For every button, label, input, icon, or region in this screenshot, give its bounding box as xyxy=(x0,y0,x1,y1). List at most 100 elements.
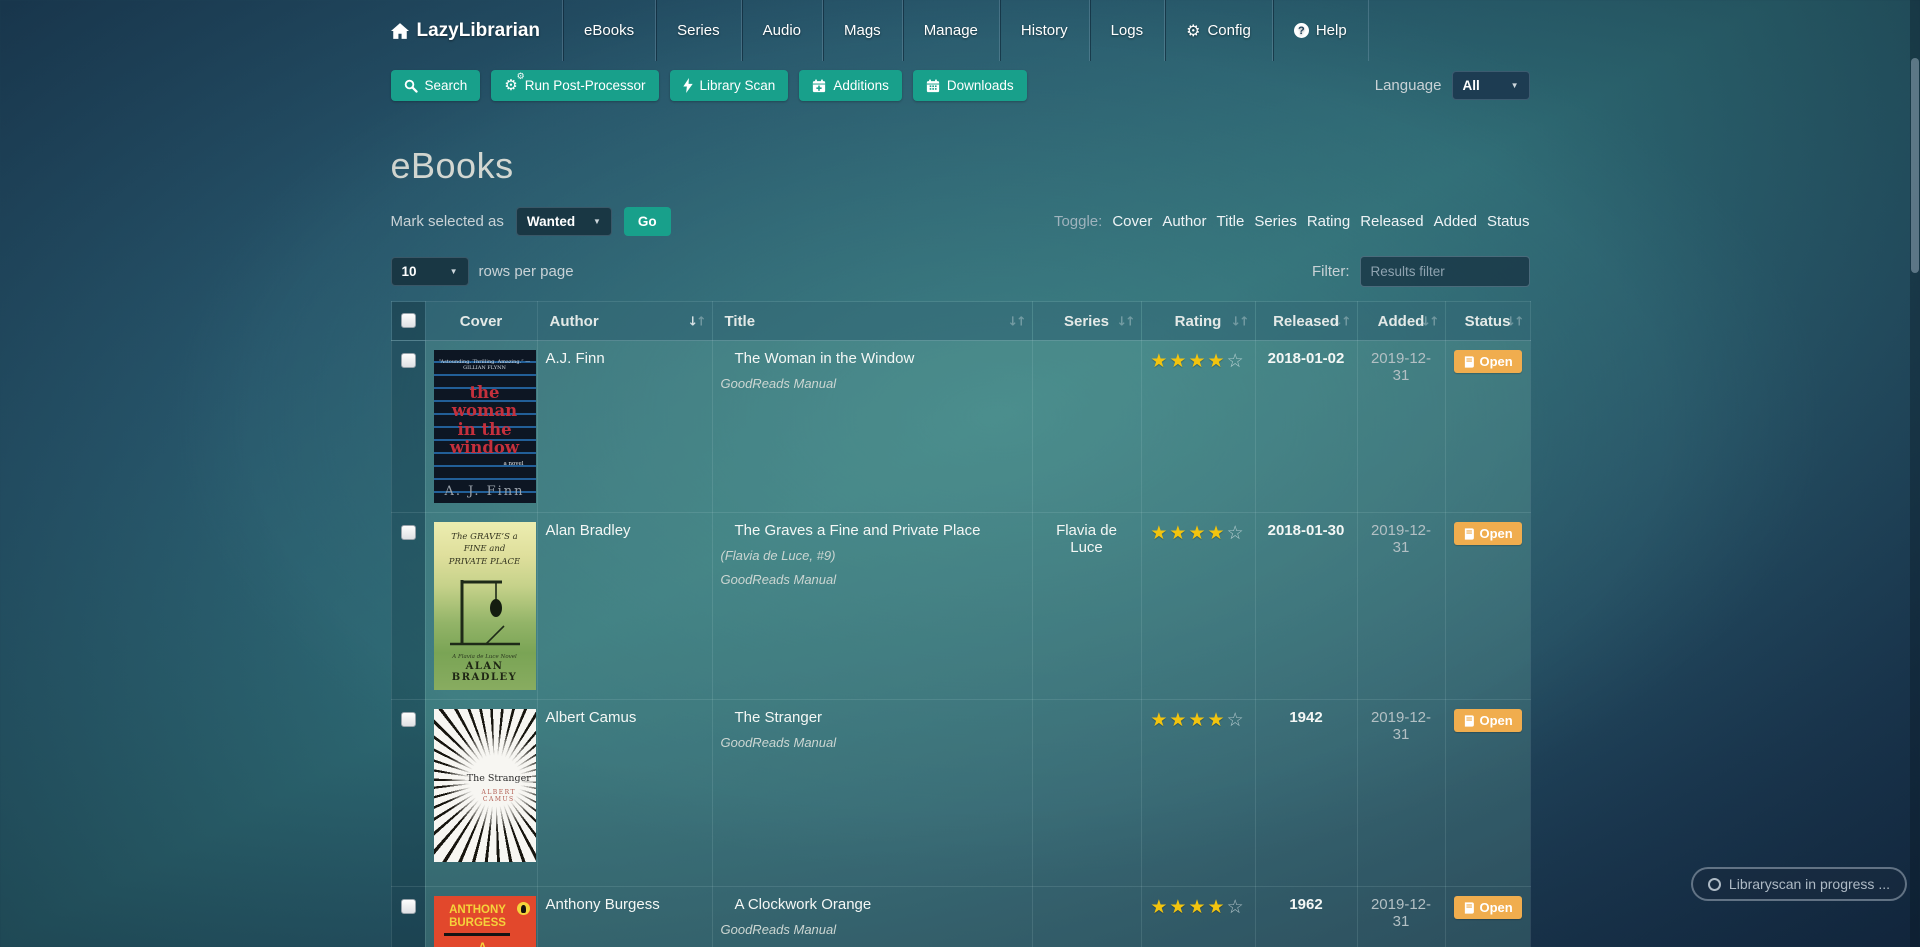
bolt-icon xyxy=(682,78,693,93)
column-header-added[interactable]: Added ↓↑ xyxy=(1356,301,1446,341)
nav-item-manage[interactable]: Manage xyxy=(901,0,999,61)
downloads-button[interactable]: Downloads xyxy=(912,70,1027,101)
nav-item-ebooks[interactable]: eBooks xyxy=(562,0,655,61)
brand-label: LazyLibrarian xyxy=(416,19,541,41)
author-link[interactable]: Albert Camus xyxy=(546,709,637,726)
navbar: LazyLibrarian eBooks Series Audio Mags M… xyxy=(0,0,1920,61)
nav-item-audio[interactable]: Audio xyxy=(740,0,822,61)
table-row: ANTHONY BURGESS A CLOCKWORK ORANGE Antho… xyxy=(390,886,1531,947)
star-icon: ★ xyxy=(1188,351,1208,372)
language-select[interactable]: All ▼ xyxy=(1451,71,1530,100)
toggle-link-released[interactable]: Released xyxy=(1360,213,1423,230)
source-label: GoodReads Manual xyxy=(720,572,837,587)
column-header-released[interactable]: Released ↓↑ xyxy=(1254,301,1358,341)
toggle-link-author[interactable]: Author xyxy=(1162,213,1206,230)
book-cover[interactable]: ANTHONY BURGESS A CLOCKWORK ORANGE xyxy=(433,896,536,947)
toggle-link-cover[interactable]: Cover xyxy=(1112,213,1152,230)
home-icon xyxy=(390,22,409,39)
navbar-brand[interactable]: LazyLibrarian xyxy=(390,0,563,61)
author-link[interactable]: Anthony Burgess xyxy=(546,896,660,913)
nav-item-series[interactable]: Series xyxy=(655,0,741,61)
column-header-status[interactable]: Status ↓↑ xyxy=(1444,301,1531,341)
title-link[interactable]: A Clockwork Orange xyxy=(721,896,872,913)
language-label: Language xyxy=(1374,77,1442,94)
released-date: 1962 xyxy=(1254,886,1358,947)
nav-item-config[interactable]: ⚙ Config xyxy=(1164,0,1272,61)
sort-icon: ↓↑ xyxy=(1332,313,1352,329)
chevron-down-icon: ▼ xyxy=(449,267,458,276)
search-icon xyxy=(404,79,418,93)
released-date: 2018-01-30 xyxy=(1254,512,1358,700)
toggle-link-series[interactable]: Series xyxy=(1254,213,1297,230)
main-content: eBooks Mark selected as Wanted ▼ Go Togg… xyxy=(390,145,1531,947)
additions-button[interactable]: Additions xyxy=(799,70,902,101)
mark-selected-select[interactable]: Wanted ▼ xyxy=(515,207,612,236)
library-scan-toast: Libraryscan in progress ... xyxy=(1690,867,1907,901)
column-header-rating[interactable]: Rating ↓↑ xyxy=(1140,301,1256,341)
toggle-link-rating[interactable]: Rating xyxy=(1307,213,1350,230)
added-date: 2019-12-31 xyxy=(1356,340,1446,513)
books-table: Cover Author ↓↑ Title ↓↑ Series ↓↑ Rating ↓↑… xyxy=(390,301,1531,947)
row-checkbox[interactable] xyxy=(400,712,416,727)
question-icon: ? xyxy=(1293,23,1309,38)
library-scan-button[interactable]: Library Scan xyxy=(669,70,789,101)
nav-item-mags[interactable]: Mags xyxy=(822,0,902,61)
run-post-processor-button[interactable]: ⚙ ⚙ Run Post-Processor xyxy=(491,70,659,101)
toggle-link-title[interactable]: Title xyxy=(1217,213,1245,230)
toggle-link-status[interactable]: Status xyxy=(1487,213,1530,230)
book-cover[interactable]: The GRAVE’S a FINE and PRIVATE PLACE A Fla… xyxy=(433,522,536,690)
star-icon: ★ xyxy=(1150,523,1170,544)
series-note: (Flavia de Luce, #9) xyxy=(720,548,836,563)
toggle-link-added[interactable]: Added xyxy=(1434,213,1477,230)
toggle-bar: Toggle: Cover Author Title Series Rating… xyxy=(1054,213,1530,230)
book-cover[interactable]: “Astounding. Thrilling. Amazing.” —GILLI… xyxy=(433,350,536,503)
star-icon: ★ xyxy=(1207,523,1227,544)
gear-icon: ⚙ xyxy=(1186,20,1201,40)
rating-stars: ★★★★☆ xyxy=(1150,350,1247,373)
source-label: GoodReads Manual xyxy=(720,376,837,391)
title-link[interactable]: The Stranger xyxy=(721,709,823,726)
filter-input[interactable] xyxy=(1359,256,1530,287)
gears-icon: ⚙ ⚙ xyxy=(504,72,525,94)
column-header-cover[interactable]: Cover xyxy=(424,301,538,341)
nav-item-history[interactable]: History xyxy=(998,0,1089,61)
open-button[interactable]: Open xyxy=(1453,709,1522,732)
rows-per-page-label: rows per page xyxy=(478,263,574,280)
mark-selected-label: Mark selected as xyxy=(390,213,504,230)
page-title: eBooks xyxy=(390,145,514,186)
table-header-row: Cover Author ↓↑ Title ↓↑ Series ↓↑ Rating ↓↑… xyxy=(390,301,1531,341)
title-link[interactable]: The Woman in the Window xyxy=(721,350,915,367)
search-button[interactable]: Search xyxy=(390,70,481,101)
column-header-series[interactable]: Series ↓↑ xyxy=(1031,301,1142,341)
select-all-checkbox[interactable] xyxy=(400,313,416,328)
scrollbar-track[interactable] xyxy=(1910,0,1920,947)
added-date: 2019-12-31 xyxy=(1356,512,1446,700)
author-link[interactable]: Alan Bradley xyxy=(546,522,631,539)
open-button[interactable]: Open xyxy=(1453,350,1522,373)
author-link[interactable]: A.J. Finn xyxy=(546,350,605,367)
column-header-author[interactable]: Author ↓↑ xyxy=(536,301,713,341)
column-header-title[interactable]: Title ↓↑ xyxy=(711,301,1033,341)
star-icon: ★ xyxy=(1169,351,1189,372)
book-cover[interactable]: The Stranger ALBERT CAMUS xyxy=(433,709,536,862)
nav-item-logs[interactable]: Logs xyxy=(1088,0,1165,61)
open-button[interactable]: Open xyxy=(1453,522,1522,545)
rating-stars: ★★★★☆ xyxy=(1150,896,1247,919)
cover-illustration xyxy=(449,579,520,646)
book-icon xyxy=(1463,527,1475,540)
row-checkbox[interactable] xyxy=(400,899,416,914)
row-checkbox[interactable] xyxy=(400,353,416,368)
nav-item-help[interactable]: ? Help xyxy=(1271,0,1369,61)
go-button[interactable]: Go xyxy=(623,207,671,236)
series-link[interactable]: Flavia de Luce xyxy=(1056,522,1117,556)
scrollbar-thumb[interactable] xyxy=(1911,58,1919,273)
star-icon: ★ xyxy=(1207,351,1227,372)
row-checkbox[interactable] xyxy=(400,525,416,540)
calendar-plus-icon xyxy=(812,79,826,93)
open-button[interactable]: Open xyxy=(1453,896,1522,919)
title-link[interactable]: The Graves a Fine and Private Place xyxy=(721,522,981,539)
spinner-icon xyxy=(1707,877,1721,891)
source-label: GoodReads Manual xyxy=(720,922,837,937)
star-icon: ☆ xyxy=(1226,351,1246,372)
rows-per-page-select[interactable]: 10 ▼ xyxy=(390,257,469,286)
